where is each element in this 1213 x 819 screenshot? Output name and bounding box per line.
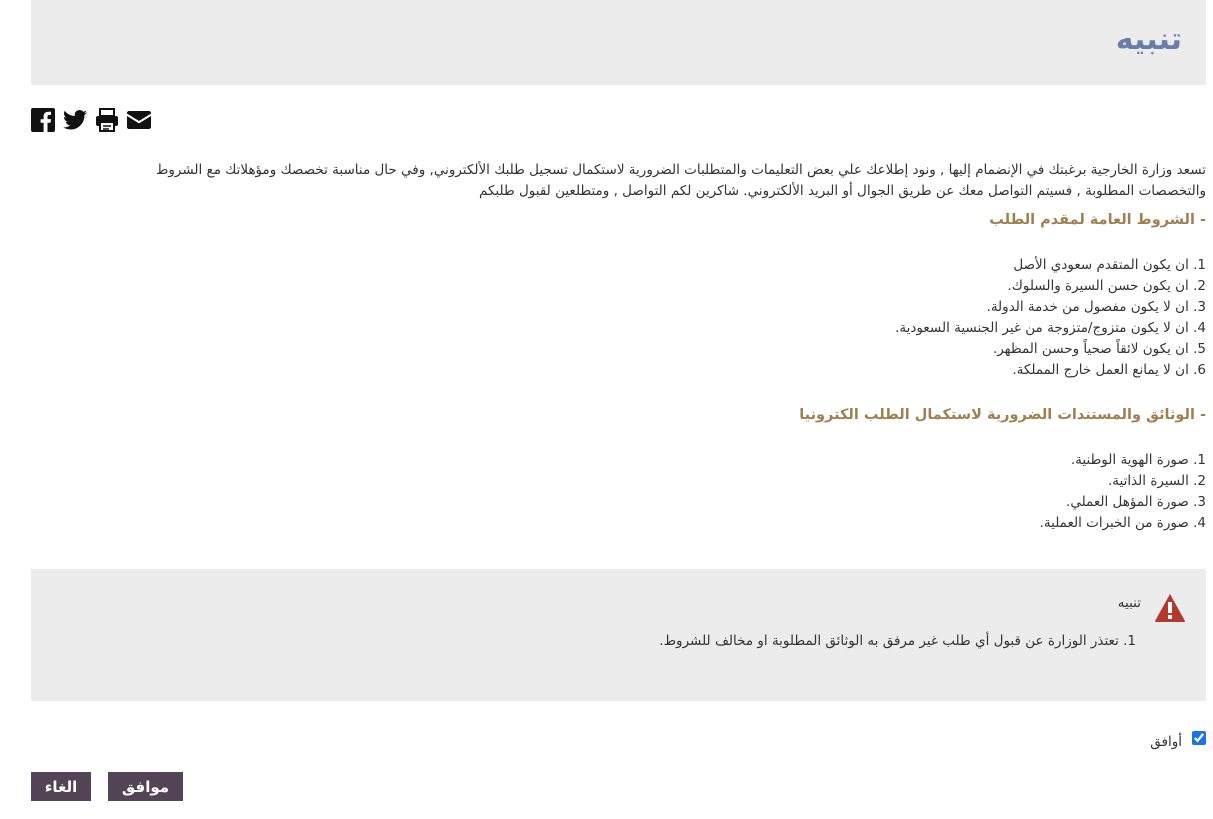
share-toolbar (31, 107, 151, 133)
agree-label[interactable]: أوافق (1150, 734, 1182, 750)
list-item: 1. صورة الهوية الوطنية. (1070, 452, 1206, 468)
action-buttons: الغاء موافق (31, 772, 183, 801)
documents-list: 1. صورة الهوية الوطنية. 2. السيرة الذاتي… (31, 450, 1206, 534)
list-item: 2. ان يكون حسن السيرة والسلوك. (1007, 278, 1206, 294)
email-icon[interactable] (127, 107, 151, 133)
ok-button[interactable]: موافق (108, 772, 183, 801)
conditions-list: 1. ان يكون المتقدم سعودي الأصل 2. ان يكو… (31, 255, 1206, 381)
documents-heading: - الوثائق والمستندات الضرورية لاستكمال ا… (799, 407, 1206, 423)
print-icon[interactable] (95, 107, 119, 133)
list-item: 4. ان لا يكون متزوج/متزوجة من غير الجنسي… (895, 320, 1206, 336)
page: تنبيه تسعد وزارة الخارجية برغبتك في الإن… (0, 0, 1213, 819)
conditions-heading: - الشروط العامة لمقدم الطلب (989, 212, 1206, 228)
cancel-button[interactable]: الغاء (31, 772, 91, 801)
page-title: تنبيه (1115, 22, 1182, 57)
intro-line-2: والتخصصات المطلوبة , فسيتم التواصل معك ع… (478, 183, 1206, 199)
intro-line-1: تسعد وزارة الخارجية برغبتك في الإنضمام إ… (155, 162, 1206, 178)
list-item: 6. ان لا يمانع العمل خارج المملكة. (1012, 362, 1206, 378)
warning-panel: تنبيه 1. تعتذر الوزارة عن قبول أي طلب غي… (31, 569, 1206, 701)
warning-title: تنبيه (1117, 595, 1141, 611)
warning-text: 1. تعتذر الوزارة عن قبول أي طلب غير مرفق… (659, 633, 1136, 649)
list-item: 3. صورة المؤهل العملي. (1066, 494, 1206, 510)
warning-triangle-icon (1154, 593, 1186, 623)
title-bar: تنبيه (31, 0, 1206, 85)
agree-checkbox[interactable] (1192, 731, 1206, 745)
list-item: 5. ان يكون لائقاً صحياً وحسن المظهر. (992, 341, 1206, 357)
intro-text: تسعد وزارة الخارجية برغبتك في الإنضمام إ… (31, 160, 1206, 202)
agree-row: أوافق (1150, 726, 1206, 750)
twitter-icon[interactable] (63, 107, 87, 133)
list-item: 1. ان يكون المتقدم سعودي الأصل (1013, 257, 1206, 273)
list-item: 2. السيرة الذاتية. (1107, 473, 1206, 489)
list-item: 3. ان لا يكون مفصول من خدمة الدولة. (986, 299, 1206, 315)
facebook-icon[interactable] (31, 107, 55, 133)
main-content: تسعد وزارة الخارجية برغبتك في الإنضمام إ… (31, 160, 1206, 558)
list-item: 4. صورة من الخبرات العملية. (1039, 515, 1206, 531)
